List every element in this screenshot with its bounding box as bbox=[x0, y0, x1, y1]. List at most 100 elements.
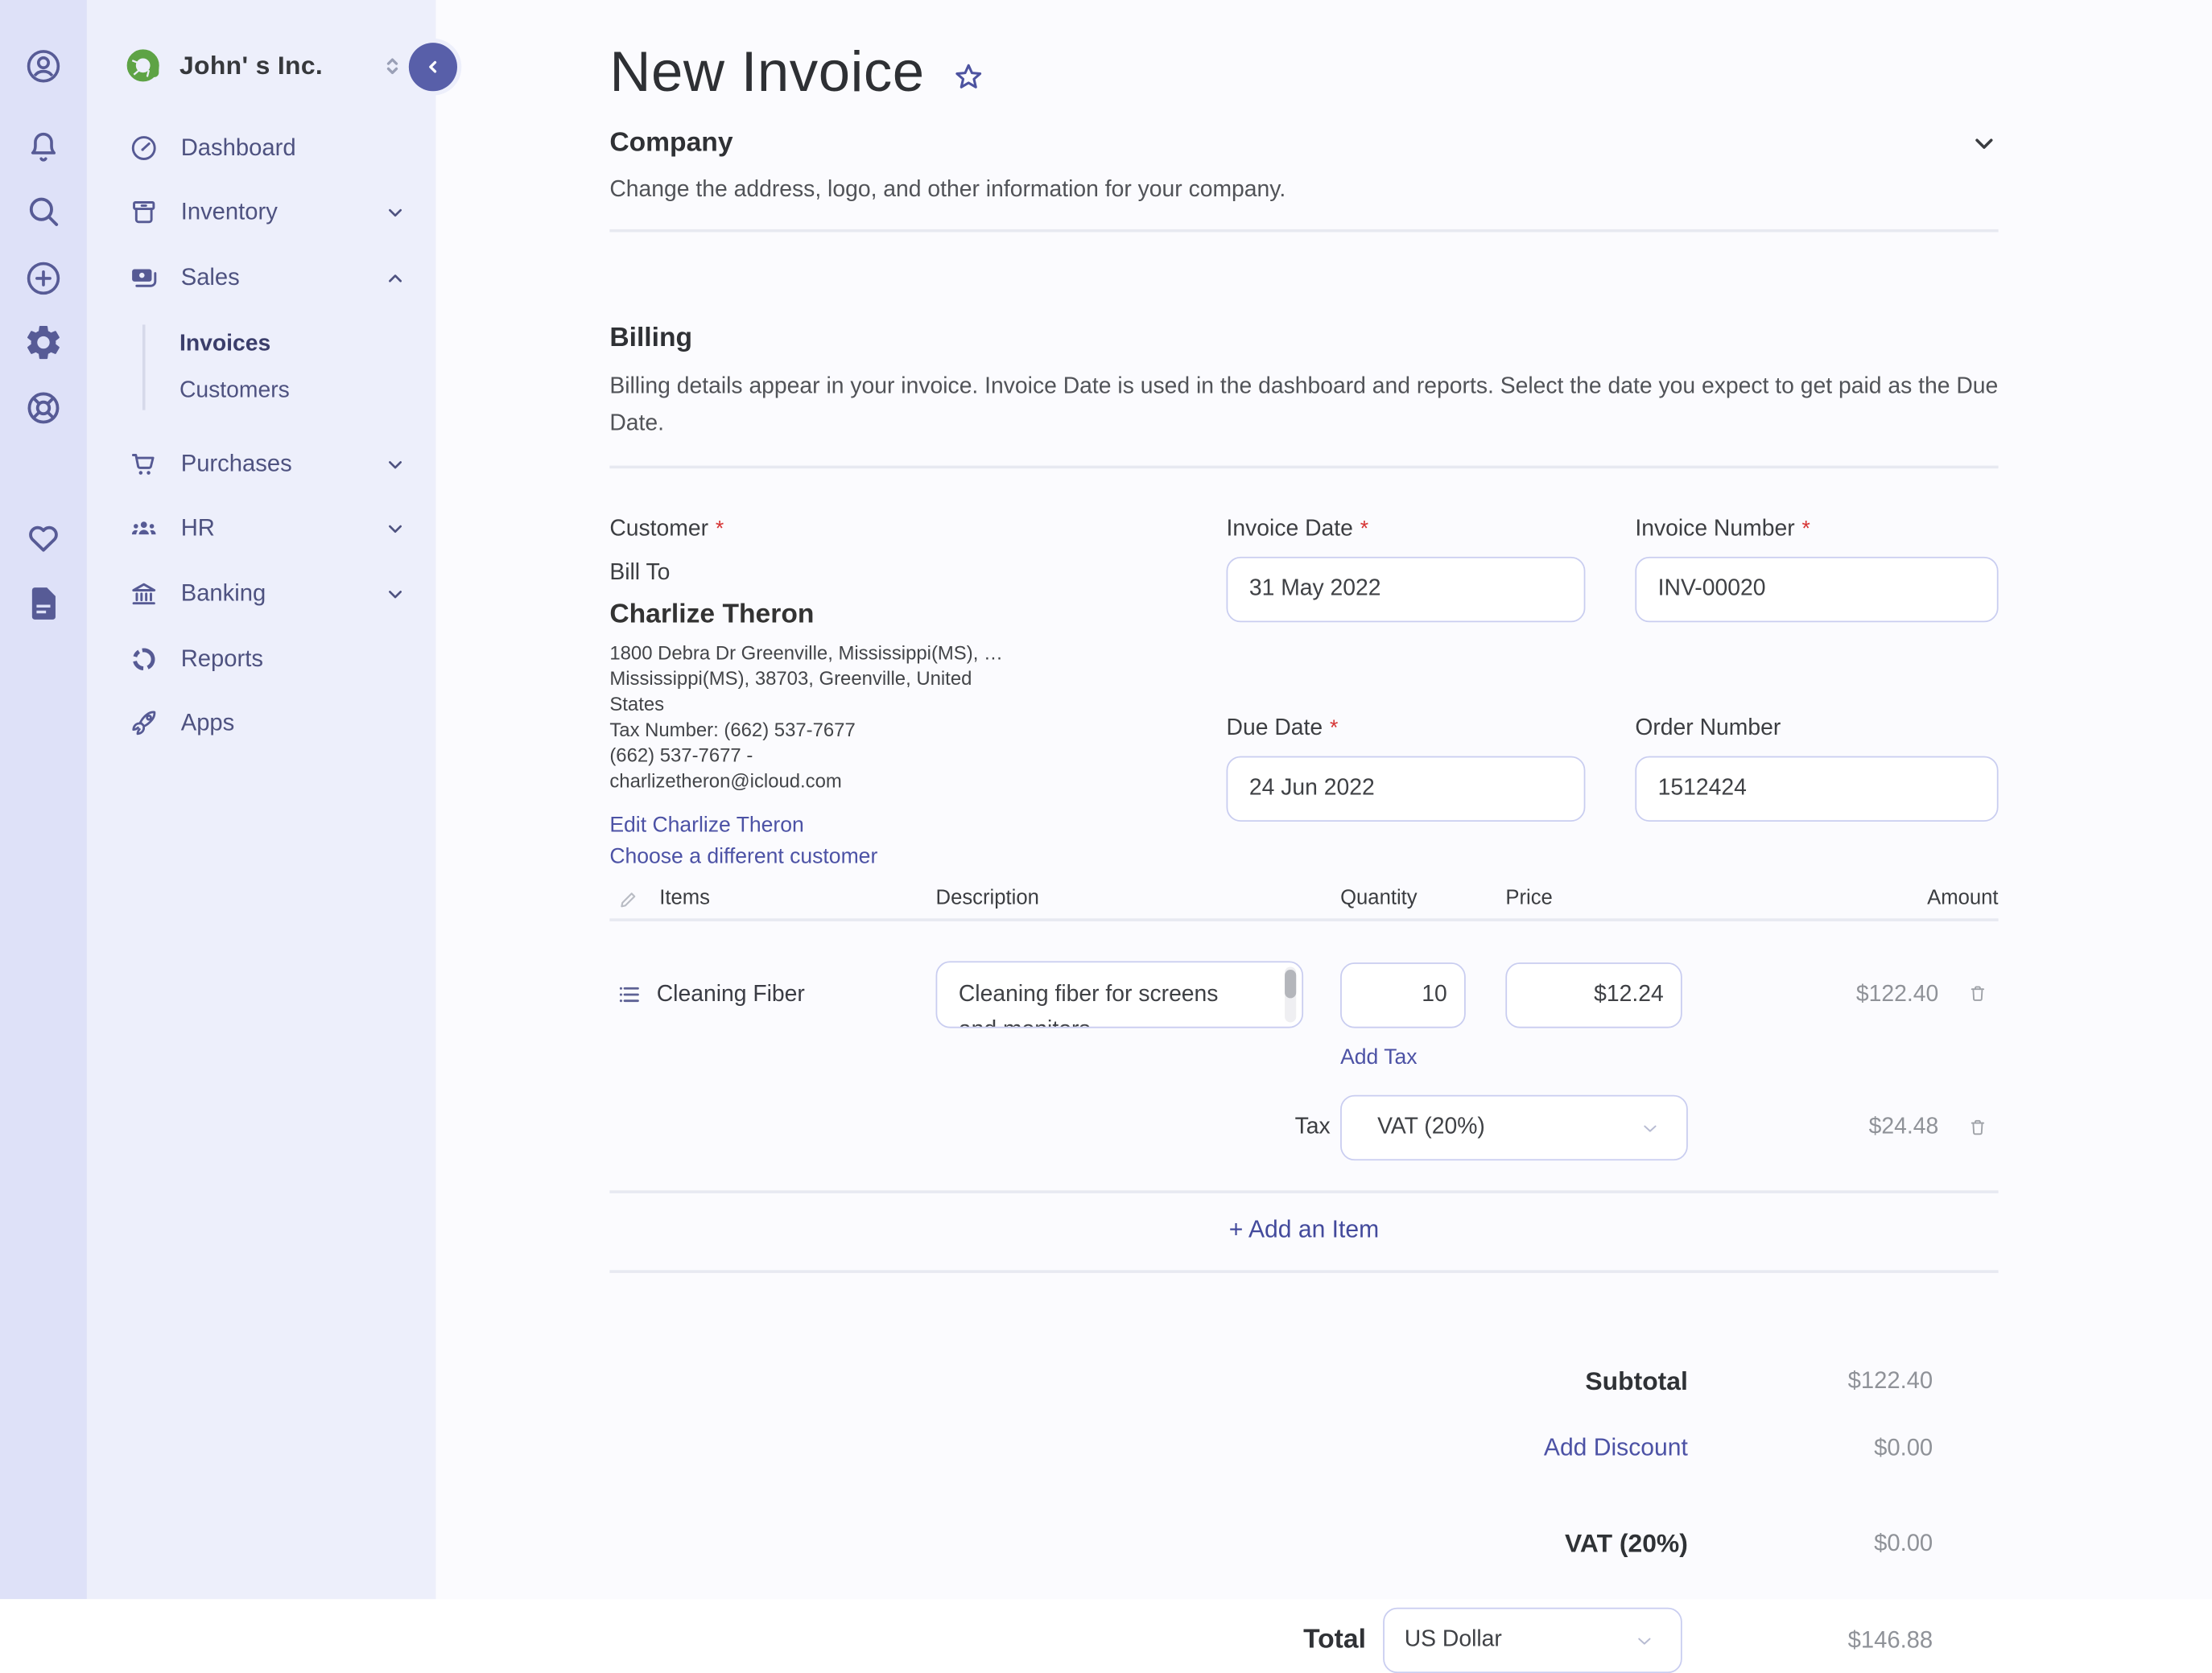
item-name[interactable]: Cleaning Fiber bbox=[657, 982, 805, 1008]
gear-icon[interactable] bbox=[23, 322, 64, 363]
bill-to-label: Bill To bbox=[609, 561, 671, 586]
main-content: New Invoice Company Change the address, … bbox=[435, 0, 2212, 1673]
description-header-label: Description bbox=[935, 887, 1039, 910]
item-name-cell: Cleaning Fiber bbox=[609, 981, 935, 1008]
price-header-label: Price bbox=[1505, 887, 1553, 910]
sidebar-item-apps[interactable]: Apps bbox=[87, 703, 436, 744]
order-number-label: Order Number bbox=[1635, 715, 1781, 740]
sidebar-item-label: HR bbox=[180, 514, 215, 541]
company-name: John' s Inc. bbox=[179, 50, 324, 80]
sidebar-item-hr[interactable]: HR bbox=[87, 509, 436, 549]
dashboard-icon bbox=[128, 133, 159, 164]
currency-select[interactable]: US Dollar bbox=[1383, 1607, 1682, 1673]
sidebar-item-label: Banking bbox=[180, 580, 266, 606]
chevron-up-icon bbox=[385, 267, 406, 289]
sidebar-subitem-invoices[interactable]: Invoices bbox=[180, 332, 270, 357]
sales-icon bbox=[128, 262, 159, 294]
customer-name: Charlize Theron bbox=[609, 599, 815, 630]
favorite-star-icon[interactable] bbox=[951, 60, 988, 97]
required-marker: * bbox=[1329, 715, 1339, 740]
subtotal-label: Subtotal bbox=[1585, 1366, 1688, 1396]
total-row: Total US Dollar $146.88 bbox=[609, 1607, 1998, 1673]
invoice-date-input[interactable]: 31 May 2022 bbox=[1226, 556, 1586, 623]
tax-select-value: VAT (20%) bbox=[1377, 1115, 1485, 1139]
chevron-down-icon[interactable] bbox=[1970, 130, 1998, 158]
company-section-title: Company bbox=[609, 128, 733, 159]
customer-email: charlizetheron@icloud.com bbox=[609, 770, 842, 792]
trash-icon[interactable] bbox=[1967, 983, 1989, 1007]
customer-block: Customer * Bill To Charlize Theron 1800 D… bbox=[609, 517, 1226, 868]
bank-icon bbox=[128, 578, 159, 609]
company-logo-icon bbox=[124, 46, 164, 86]
sidebar-item-sales[interactable]: Sales bbox=[87, 258, 436, 298]
search-icon[interactable] bbox=[23, 191, 64, 232]
billing-section-description: Billing details appear in your invoice. … bbox=[609, 374, 1999, 436]
choose-customer-link[interactable]: Choose a different customer bbox=[609, 844, 1226, 868]
quantity-header-label: Quantity bbox=[1340, 887, 1418, 910]
invoice-number-input[interactable]: INV-00020 bbox=[1635, 556, 1999, 623]
table-divider bbox=[609, 918, 1999, 921]
add-tax-link[interactable]: Add Tax bbox=[1340, 1045, 1998, 1069]
page-title: New Invoice bbox=[609, 41, 925, 105]
item-amount: $122.40 bbox=[1855, 982, 1939, 1007]
required-marker: * bbox=[715, 517, 724, 542]
invoice-fields-grid: Invoice Date * 31 May 2022 Invoice Number… bbox=[1226, 517, 1999, 868]
price-input[interactable]: $12.24 bbox=[1505, 962, 1682, 1028]
discount-row: Add Discount $0.00 bbox=[609, 1434, 1998, 1462]
section-divider bbox=[609, 229, 1999, 233]
sidebar-item-reports[interactable]: Reports bbox=[87, 639, 436, 679]
add-item-button[interactable]: + Add an Item bbox=[609, 1193, 1998, 1271]
customer-address-line: States bbox=[609, 693, 665, 715]
order-number-input[interactable]: 1512424 bbox=[1635, 755, 1999, 822]
invoice-number-field: Invoice Number * INV-00020 bbox=[1635, 517, 1999, 670]
total-value: $146.88 bbox=[1847, 1626, 1933, 1653]
item-price-cell: $12.24 bbox=[1505, 962, 1682, 1028]
customer-label-row: Customer * bbox=[609, 517, 1226, 542]
switch-company-icon[interactable] bbox=[380, 53, 404, 77]
item-quantity-cell: 10 bbox=[1340, 962, 1466, 1028]
due-date-input[interactable]: 24 Jun 2022 bbox=[1226, 755, 1586, 822]
sidebar-subitem-customers[interactable]: Customers bbox=[180, 379, 290, 405]
icon-rail bbox=[0, 0, 87, 1600]
sidebar-item-inventory[interactable]: Inventory bbox=[87, 192, 436, 233]
sidebar-item-purchases[interactable]: Purchases bbox=[87, 444, 436, 484]
sidebar-collapse-button[interactable] bbox=[408, 43, 458, 92]
item-description-cell: Cleaning fiber for screens and monitors bbox=[935, 961, 1304, 1028]
sidebar: John' s Inc. Dashboard Inventory Sales I… bbox=[86, 0, 436, 1600]
sidebar-item-label: Purchases bbox=[180, 451, 292, 476]
required-marker: * bbox=[1360, 517, 1369, 542]
sidebar-item-label: Reports bbox=[180, 645, 263, 672]
app-window: John' s Inc. Dashboard Inventory Sales I… bbox=[0, 0, 2212, 1673]
edit-customer-link[interactable]: Edit Charlize Theron bbox=[609, 813, 1226, 837]
chevron-down-icon bbox=[385, 583, 406, 605]
sidebar-item-label: Apps bbox=[180, 710, 235, 736]
subnav-indicator-line bbox=[142, 324, 146, 410]
bell-icon[interactable] bbox=[23, 126, 64, 167]
heart-icon[interactable] bbox=[23, 517, 64, 558]
plus-circle-icon[interactable] bbox=[23, 258, 64, 299]
currency-select-value: US Dollar bbox=[1404, 1627, 1502, 1652]
chevron-down-icon bbox=[1634, 1630, 1656, 1651]
sidebar-item-dashboard[interactable]: Dashboard bbox=[87, 128, 436, 168]
discount-value: $0.00 bbox=[1874, 1434, 1933, 1461]
items-header-cell: Items bbox=[609, 887, 935, 910]
due-date-label: Due Date * bbox=[1226, 715, 1339, 740]
textarea-scrollbar-thumb[interactable] bbox=[1285, 970, 1297, 999]
item-description-textarea[interactable]: Cleaning fiber for screens and monitors bbox=[935, 961, 1304, 1028]
company-switcher[interactable]: John' s Inc. bbox=[87, 46, 436, 86]
account-icon[interactable] bbox=[23, 46, 64, 87]
tax-select[interactable]: VAT (20%) bbox=[1340, 1094, 1688, 1161]
section-divider bbox=[609, 465, 1999, 469]
quantity-input[interactable]: 10 bbox=[1340, 962, 1466, 1028]
tax-label: Tax bbox=[1294, 1115, 1331, 1139]
lifebuoy-icon[interactable] bbox=[23, 387, 64, 428]
sidebar-item-banking[interactable]: Banking bbox=[87, 574, 436, 614]
drag-handle-icon[interactable] bbox=[615, 981, 642, 1008]
trash-icon[interactable] bbox=[1967, 1115, 1989, 1139]
document-icon[interactable] bbox=[23, 583, 64, 624]
amount-header-label: Amount bbox=[1927, 887, 1999, 910]
sidebar-item-label: Inventory bbox=[180, 198, 278, 225]
table-row: Cleaning Fiber Cleaning fiber for screen… bbox=[609, 961, 1998, 1028]
customer-address-line: 1800 Debra Dr Greenville, Mississippi(MS… bbox=[609, 642, 1003, 664]
add-discount-link[interactable]: Add Discount bbox=[609, 1434, 1688, 1462]
